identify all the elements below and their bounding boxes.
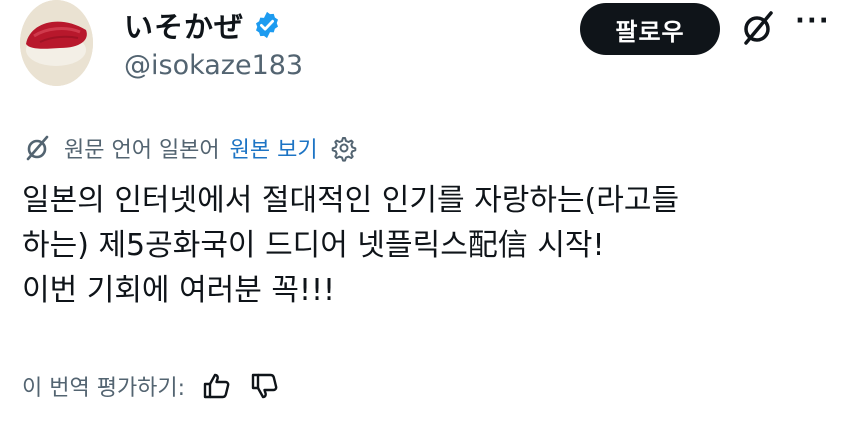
user-handle[interactable]: @isokaze183 [124, 50, 303, 81]
post-line: 이번 기회에 여러분 꼭!!! [22, 273, 336, 308]
follow-button[interactable]: 팔로우 [580, 3, 720, 55]
avatar[interactable] [20, 0, 93, 86]
grok-slash-icon[interactable] [738, 8, 778, 48]
show-original-link[interactable]: 원본 보기 [230, 132, 318, 164]
sushi-avatar-image [20, 0, 93, 86]
thumbs-down-icon[interactable] [249, 370, 281, 402]
rate-translation-row: 이 번역 평가하기: [22, 366, 281, 406]
gear-icon[interactable] [328, 133, 358, 163]
post-text: 일본의 인터넷에서 절대적인 인기를 자랑하는(라고들 하는) 제5공화국이 드… [22, 178, 834, 313]
verified-badge-icon [252, 10, 282, 40]
display-name[interactable]: いそかぜ [124, 4, 244, 46]
thumbs-up-icon[interactable] [201, 370, 233, 402]
source-language-label: 원문 언어 일본어 [64, 138, 220, 163]
more-dots-icon[interactable]: ··· [795, 6, 831, 36]
post-line: 일본의 인터넷에서 절대적인 인기를 자랑하는(라고들 [22, 183, 680, 218]
translation-bar: 원문 언어 일본어 원본 보기 [22, 128, 358, 168]
grok-translate-icon [22, 133, 52, 163]
post-line: 하는) 제5공화국이 드디어 넷플릭스配信 시작! [22, 228, 605, 263]
name-row: いそかぜ [124, 5, 282, 45]
rate-translation-label: 이 번역 평가하기: [22, 376, 186, 401]
